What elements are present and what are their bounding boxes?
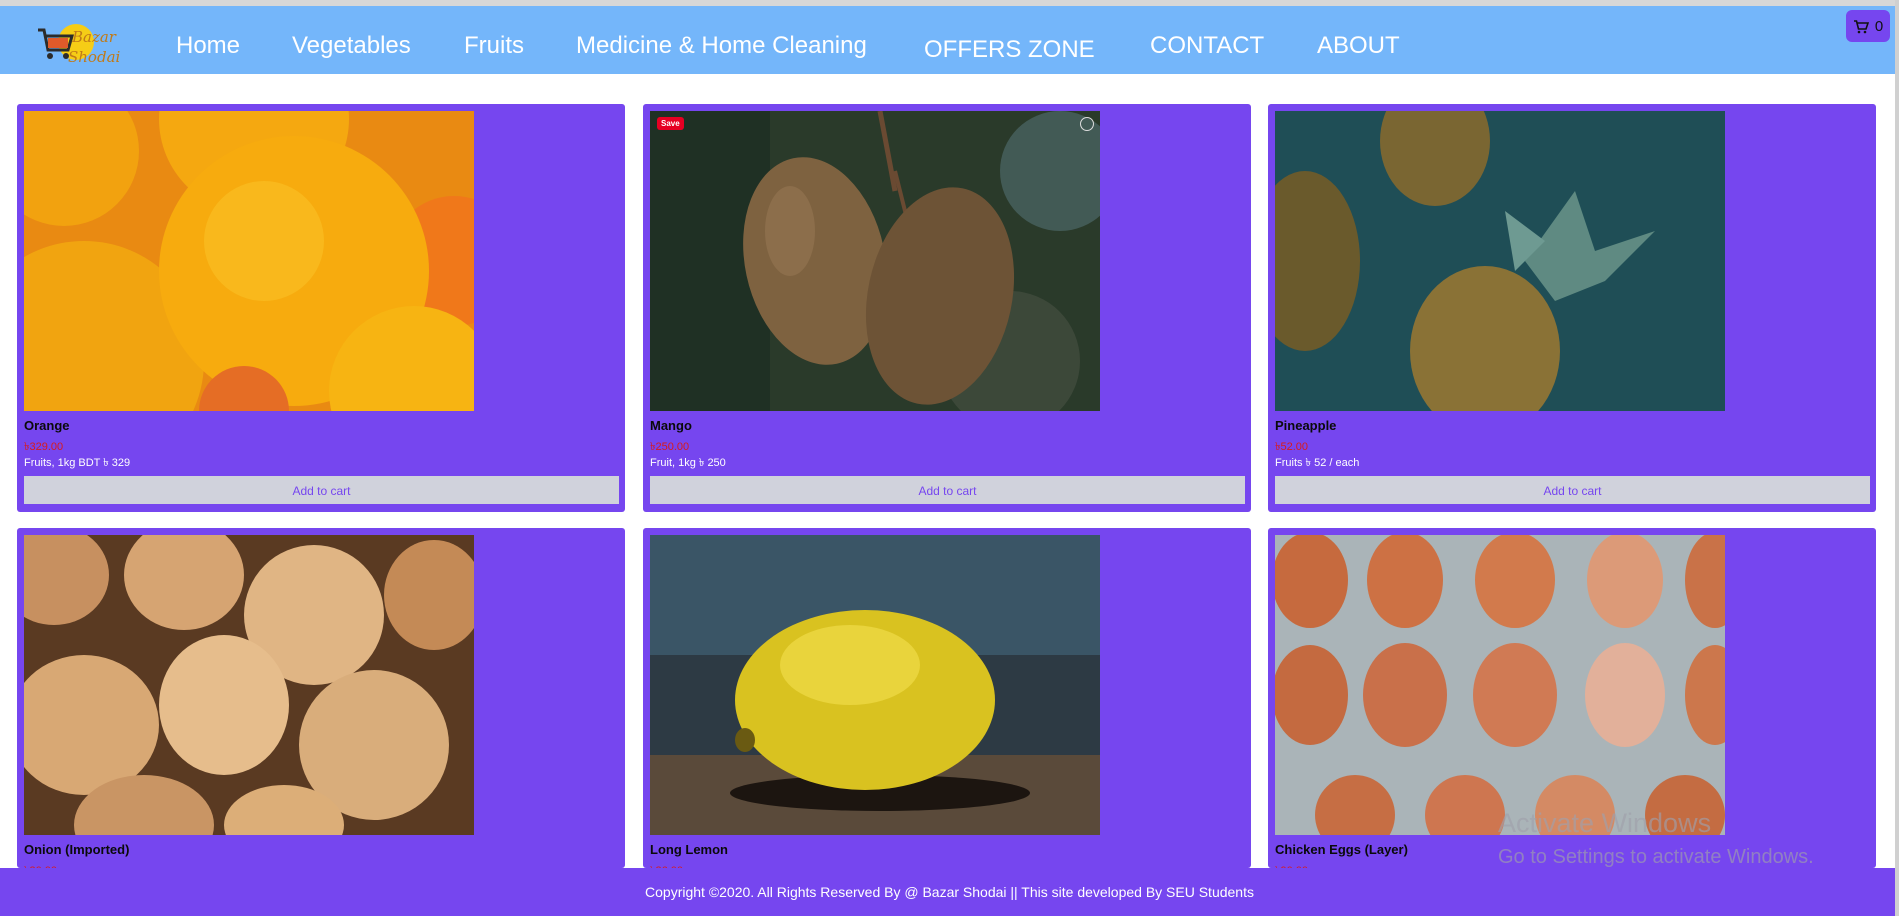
product-description: Fruits, 1kg BDT ৳ 329 bbox=[24, 457, 131, 469]
logo-text-bazar: Bazar bbox=[72, 28, 116, 46]
nav-about[interactable]: ABOUT bbox=[1317, 32, 1400, 60]
product-card-long-lemon: Long Lemon ৳36.00 bbox=[643, 528, 1251, 877]
nav-offers-zone[interactable]: OFFERS ZONE bbox=[924, 36, 1095, 64]
save-badge[interactable]: Save bbox=[657, 117, 684, 130]
product-description: Fruit, 1kg ৳ 250 bbox=[650, 457, 726, 469]
onion-image[interactable] bbox=[24, 535, 474, 835]
add-to-cart-button[interactable]: Add to cart bbox=[24, 476, 619, 504]
mango-image[interactable]: Save bbox=[650, 111, 1100, 411]
add-to-cart-button[interactable]: Add to cart bbox=[650, 476, 1245, 504]
orange-image[interactable] bbox=[24, 111, 474, 411]
product-name: Chicken Eggs (Layer) bbox=[1275, 842, 1408, 857]
product-description: Fruits ৳ 52 / each bbox=[1275, 457, 1360, 469]
footer-copyright: Copyright ©2020. All Rights Reserved By … bbox=[645, 884, 1254, 900]
nav-home[interactable]: Home bbox=[176, 32, 240, 60]
navbar: Bazar Shodai Home Vegetables Fruits Medi… bbox=[0, 6, 1895, 74]
product-name: Onion (Imported) bbox=[24, 842, 130, 857]
logo[interactable]: Bazar Shodai bbox=[36, 16, 126, 70]
cart-count: 0 bbox=[1874, 17, 1884, 35]
footer: Copyright ©2020. All Rights Reserved By … bbox=[0, 868, 1899, 916]
activate-windows-watermark-title: Activate Windows bbox=[1498, 808, 1712, 838]
logo-text-shodai: Shodai bbox=[68, 48, 121, 66]
product-name: Orange bbox=[24, 418, 70, 433]
nav-vegetables[interactable]: Vegetables bbox=[292, 32, 411, 60]
cart-button[interactable]: 0 bbox=[1846, 10, 1890, 42]
nav-contact[interactable]: CONTACT bbox=[1150, 32, 1264, 60]
eggs-image[interactable] bbox=[1275, 535, 1725, 835]
pineapple-image[interactable] bbox=[1275, 111, 1725, 411]
product-name: Long Lemon bbox=[650, 842, 728, 857]
product-card-orange: Orange ৳329.00 Fruits, 1kg BDT ৳ 329 Add… bbox=[17, 104, 625, 512]
page-right-edge bbox=[1895, 0, 1899, 916]
nav-medicine-home-cleaning[interactable]: Medicine & Home Cleaning bbox=[576, 32, 867, 60]
product-card-onion: Onion (Imported) ৳30.00 bbox=[17, 528, 625, 877]
product-name: Pineapple bbox=[1275, 418, 1337, 433]
visual-search-icon[interactable] bbox=[1080, 117, 1094, 131]
add-to-cart-button[interactable]: Add to cart bbox=[1275, 476, 1870, 504]
activate-windows-watermark-subtitle: Go to Settings to activate Windows. bbox=[1498, 846, 1814, 868]
nav-fruits[interactable]: Fruits bbox=[464, 32, 524, 60]
product-card-mango: Save Mango ৳250.00 Fruit, 1kg ৳ 250 Add … bbox=[643, 104, 1251, 512]
product-name: Mango bbox=[650, 418, 692, 433]
product-card-pineapple: Pineapple ৳52.00 Fruits ৳ 52 / each Add … bbox=[1268, 104, 1876, 512]
lemon-image[interactable] bbox=[650, 535, 1100, 835]
cart-icon bbox=[1853, 19, 1869, 33]
